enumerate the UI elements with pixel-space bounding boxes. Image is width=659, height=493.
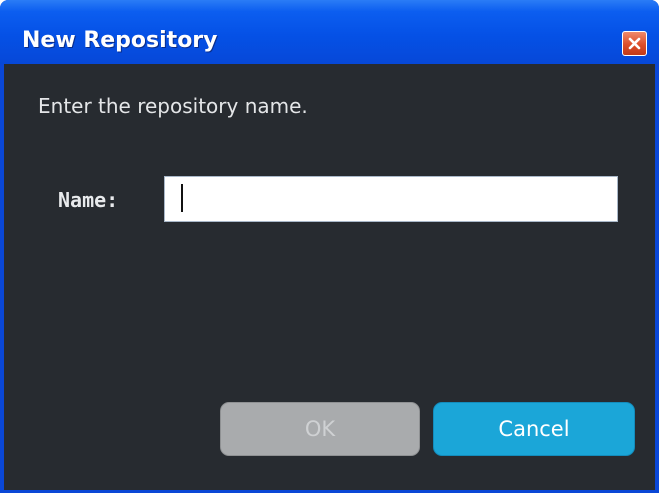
close-button[interactable] — [622, 31, 647, 56]
close-icon — [627, 36, 642, 51]
title-bar[interactable]: New Repository — [0, 0, 659, 64]
name-label: Name: — [58, 188, 119, 212]
instruction-text: Enter the repository name. — [38, 94, 308, 118]
text-caret — [181, 184, 183, 212]
repository-name-input[interactable] — [164, 176, 618, 222]
cancel-button[interactable]: Cancel — [433, 402, 635, 456]
ok-button[interactable]: OK — [220, 402, 420, 456]
window-title: New Repository — [22, 28, 218, 53]
